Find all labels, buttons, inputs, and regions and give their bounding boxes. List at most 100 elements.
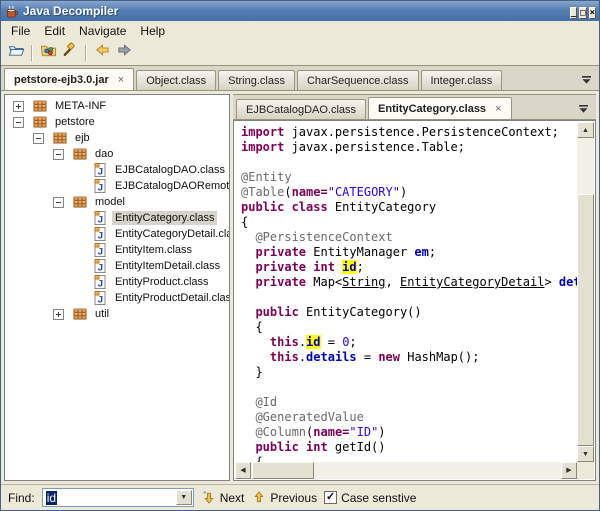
back-icon	[94, 42, 111, 63]
code-token: id	[306, 335, 320, 349]
jar-tab-strip: petstore-ejb3.0.jar×Object.class String.c…	[1, 65, 599, 91]
package-tree-panel: META-INFpetstoreejbdaoJEJBCatalogDAO.cla…	[4, 94, 230, 481]
scroll-down-button[interactable]: ▼	[577, 446, 594, 462]
scroll-right-button[interactable]: ▶	[561, 462, 577, 479]
search-icon	[62, 42, 79, 63]
tree-item-meta-inf[interactable]: META-INF	[5, 98, 229, 114]
open-file-button[interactable]	[5, 43, 27, 63]
tab-list-dropdown-icon[interactable]	[578, 101, 589, 112]
collapse-icon[interactable]	[53, 197, 64, 208]
open-type-icon	[40, 42, 57, 63]
menu-help[interactable]: Help	[134, 22, 173, 40]
tree-item-util[interactable]: util	[5, 306, 229, 322]
open-type-button[interactable]	[37, 43, 59, 63]
tab-label: String.class	[228, 75, 285, 87]
code-token	[241, 440, 255, 454]
menu-file[interactable]: File	[5, 22, 38, 40]
tree-item-dao[interactable]: dao	[5, 146, 229, 162]
menu-bar: FileEditNavigateHelp	[1, 21, 599, 40]
back-button[interactable]	[91, 43, 113, 63]
svg-text:J: J	[98, 230, 103, 241]
tree-item-ejb[interactable]: ejb	[5, 130, 229, 146]
find-label: Find:	[8, 491, 35, 505]
code-token: ;	[429, 245, 436, 259]
expand-icon[interactable]	[53, 309, 64, 320]
code-token	[241, 410, 255, 424]
tab-list-dropdown-icon[interactable]	[581, 72, 592, 83]
find-input[interactable]: id ▼	[42, 488, 194, 507]
vertical-scroll-thumb[interactable]	[577, 194, 594, 446]
scroll-left-button[interactable]: ◀	[235, 462, 251, 479]
case-sensitive-checkbox[interactable]: ✓	[324, 491, 337, 504]
tree-item-label: EntityItem.class	[112, 243, 195, 257]
tree-item-ejbcatalogdaoremote-class[interactable]: JEJBCatalogDAORemote.class	[5, 178, 229, 194]
expand-icon[interactable]	[13, 101, 24, 112]
code-token	[241, 230, 255, 244]
collapse-icon[interactable]	[53, 149, 64, 160]
tree-item-entityproduct-class[interactable]: JEntityProduct.class	[5, 274, 229, 290]
code-line	[241, 290, 577, 305]
code-token: EntityCategory()	[299, 305, 422, 319]
svg-text:J: J	[98, 246, 103, 257]
tree-item-label: EntityProduct.class	[112, 275, 212, 289]
code-token: =	[321, 335, 343, 349]
menu-navigate[interactable]: Navigate	[73, 22, 134, 40]
tree-item-label: META-INF	[52, 99, 109, 113]
collapse-icon[interactable]	[33, 133, 44, 144]
find-next-button[interactable]: Next	[201, 490, 245, 505]
minimize-button[interactable]: _	[570, 7, 577, 19]
code-line: import javax.persistence.Table;	[241, 140, 577, 155]
package-icon	[72, 194, 88, 210]
tree-item-model[interactable]: model	[5, 194, 229, 210]
vertical-scrollbar[interactable]: ▲ ▼	[577, 122, 594, 462]
forward-button[interactable]	[113, 43, 135, 63]
maximize-button[interactable]: □	[579, 7, 586, 19]
jar-tab-charsequence-class[interactable]: CharSequence.class	[297, 70, 419, 90]
menu-edit[interactable]: Edit	[38, 22, 73, 40]
tree-item-petstore[interactable]: petstore	[5, 114, 229, 130]
case-sensitive-option[interactable]: ✓ Case senstive	[324, 491, 416, 505]
code-line: this.id = 0;	[241, 335, 577, 350]
tree-item-entitycategorydetail-class[interactable]: JEntityCategoryDetail.class	[5, 226, 229, 242]
source-tab-entitycategory-class[interactable]: EntityCategory.class×	[368, 97, 511, 119]
code-line: @PersistenceContext	[241, 230, 577, 245]
code-token: )	[400, 185, 407, 199]
close-tab-icon[interactable]: ×	[118, 74, 124, 86]
code-line: {	[241, 455, 577, 462]
horizontal-scroll-thumb[interactable]	[252, 462, 314, 479]
tree-item-label: EntityProductDetail.class	[112, 291, 230, 305]
close-button[interactable]: ×	[589, 7, 596, 19]
tree-item-entityitemdetail-class[interactable]: JEntityItemDetail.class	[5, 258, 229, 274]
find-dropdown-button[interactable]: ▼	[176, 490, 192, 505]
tree-item-entityproductdetail-class[interactable]: JEntityProductDetail.class	[5, 290, 229, 306]
code-token: javax.persistence.Table;	[284, 140, 465, 154]
scroll-up-button[interactable]: ▲	[577, 122, 594, 138]
jar-tab-string-class[interactable]: String.class	[218, 70, 295, 90]
package-icon	[32, 114, 48, 130]
tab-label: CharSequence.class	[307, 75, 409, 87]
package-icon	[32, 98, 48, 114]
case-sensitive-label: Case senstive	[341, 491, 416, 505]
jar-tab-petstore-ejb3-0-jar[interactable]: petstore-ejb3.0.jar×	[4, 68, 134, 90]
code-line: @Column(name="ID")	[241, 425, 577, 440]
horizontal-scrollbar[interactable]: ◀ ▶	[235, 462, 577, 479]
code-token: .	[299, 350, 306, 364]
code-line	[241, 155, 577, 170]
find-previous-button[interactable]: Previous	[251, 490, 317, 505]
close-tab-icon[interactable]: ×	[495, 103, 501, 115]
tree-item-ejbcatalogdao-class[interactable]: JEJBCatalogDAO.class	[5, 162, 229, 178]
search-button[interactable]	[59, 43, 81, 63]
open-file-icon	[8, 42, 25, 63]
collapse-icon[interactable]	[13, 117, 24, 128]
tree-item-entityitem-class[interactable]: J EntityItem.class	[5, 242, 229, 258]
jar-tab-integer-class[interactable]: Integer.class	[421, 70, 503, 90]
jar-tab-object-class[interactable]: Object.class	[136, 70, 216, 90]
source-tab-ejbcatalogdao-class[interactable]: EJBCatalogDAO.class	[236, 99, 366, 119]
code-token: this	[270, 350, 299, 364]
code-token: EntityCategory	[328, 200, 436, 214]
type-link[interactable]: String	[342, 275, 385, 289]
code-panel: import javax.persistence.PersistenceCont…	[233, 120, 596, 481]
tree-item-entitycategory-class[interactable]: JEntityCategory.class	[5, 210, 229, 226]
type-link[interactable]: EntityCategoryDetail	[400, 275, 545, 289]
code-token	[241, 335, 270, 349]
